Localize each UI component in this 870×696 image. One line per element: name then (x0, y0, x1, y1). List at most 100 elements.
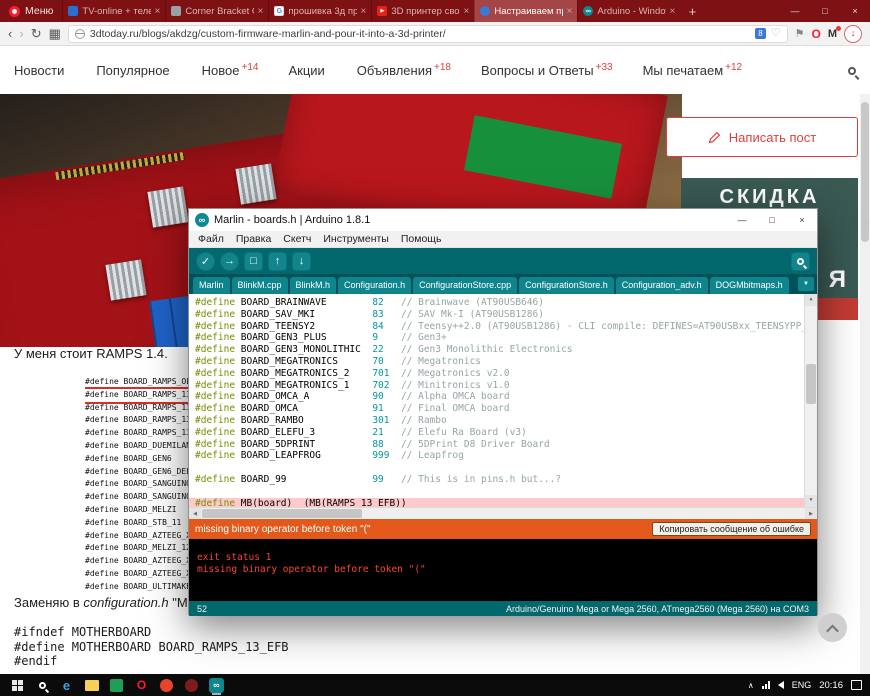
taskbar-app-icon[interactable]: ∞ (204, 674, 229, 696)
file-tab[interactable]: ConfigurationStore.cpp (413, 277, 517, 294)
ide-menu-item[interactable]: Файл (192, 233, 230, 245)
taskbar-app-icon[interactable] (154, 674, 179, 696)
taskbar-app-icon[interactable] (104, 674, 129, 696)
page-scrollbar-thumb[interactable] (861, 102, 869, 242)
tab-close-icon[interactable]: × (155, 6, 161, 17)
page-scrollbar[interactable] (860, 94, 870, 674)
browser-close-button[interactable]: × (840, 0, 870, 22)
clock[interactable]: 20:16 (819, 680, 843, 691)
browser-menu-button[interactable]: Меню (0, 0, 62, 22)
vertical-scroll-thumb[interactable] (806, 364, 816, 404)
tab-favicon (480, 6, 490, 16)
tab-close-icon[interactable]: × (464, 6, 470, 17)
scroll-up-icon[interactable]: ▲ (805, 294, 817, 306)
open-button[interactable]: ↑ (268, 252, 287, 271)
system-tray: ∧ ENG 20:16 (748, 680, 866, 691)
taskbar-app-icon[interactable] (179, 674, 204, 696)
browser-tab[interactable]: TV-online + телепро... × (62, 0, 165, 22)
editor-vertical-scrollbar[interactable]: ▲ ▼ (804, 294, 817, 507)
file-tab[interactable]: ConfigurationStore.h (519, 277, 614, 294)
copy-error-button[interactable]: Копировать сообщение об ошибке (652, 522, 811, 536)
page-code-line: #define BOARD_RAMPS_OLD (85, 376, 189, 389)
scroll-right-icon[interactable]: ▶ (805, 508, 817, 519)
nav-link[interactable]: Новое+14 (202, 62, 259, 78)
network-icon[interactable] (762, 681, 770, 689)
nav-link[interactable]: Мы печатаем+12 (643, 62, 743, 78)
save-button[interactable]: ↓ (292, 252, 311, 271)
browser-tab[interactable]: Настраиваем прош... × (474, 0, 577, 22)
address-bar[interactable]: 3dtoday.ru/blogs/akdzg/custom-firmware-m… (68, 25, 788, 43)
nav-link[interactable]: Акции (288, 62, 326, 78)
forward-button[interactable]: › (19, 27, 23, 40)
new-tab-button[interactable]: + (680, 0, 704, 22)
ide-menu-item[interactable]: Правка (230, 233, 277, 245)
tray-expand-icon[interactable]: ∧ (748, 681, 754, 690)
flag-icon[interactable]: ⚑ (795, 27, 805, 40)
ide-maximize-button[interactable]: □ (757, 209, 787, 231)
file-tab[interactable]: BlinkM.cpp (232, 277, 288, 294)
taskbar-app-icon[interactable]: e (54, 674, 79, 696)
nav-link[interactable]: Новости (14, 62, 66, 78)
speed-dial-icon[interactable]: ▦ (49, 27, 61, 40)
file-tab[interactable]: DOGMbitmaps.h (710, 277, 789, 294)
download-button[interactable]: ↓ (844, 25, 862, 43)
horizontal-scroll-thumb[interactable] (202, 509, 362, 518)
search-icon[interactable] (848, 63, 856, 78)
ide-menu-item[interactable]: Помощь (395, 233, 448, 245)
write-post-button[interactable]: Написать пост (666, 117, 858, 157)
tab-favicon: G (274, 6, 284, 16)
cursor-line-indicator: 52 (197, 604, 207, 614)
tab-overflow-button[interactable]: ▼ (798, 277, 814, 291)
scroll-to-top-button[interactable] (818, 613, 847, 642)
code-editor[interactable]: #define BOARD_BRAINWAVE 82 // Brainwave … (189, 294, 817, 507)
mail-icon[interactable]: M (828, 28, 837, 40)
action-center-icon[interactable] (851, 680, 862, 690)
taskbar-app-icon[interactable] (79, 674, 104, 696)
language-indicator[interactable]: ENG (792, 680, 812, 690)
opera-logo-icon (9, 6, 20, 17)
nav-link-label: Популярное (96, 63, 169, 78)
browser-maximize-button[interactable]: □ (810, 0, 840, 22)
console-line: missing binary operator before token "(" (197, 564, 809, 576)
tab-close-icon[interactable]: × (670, 6, 676, 17)
tab-close-icon[interactable]: × (361, 6, 367, 17)
bookmark-count-badge[interactable]: 8 (755, 28, 765, 39)
nav-badge: +18 (434, 62, 451, 73)
back-button[interactable]: ‹ (8, 27, 12, 40)
file-tab[interactable]: BlinkM.h (290, 277, 337, 294)
scroll-down-icon[interactable]: ▼ (805, 495, 817, 507)
editor-horizontal-scrollbar[interactable]: ◀ ▶ (189, 507, 817, 519)
nav-link[interactable]: Объявления+18 (357, 62, 451, 78)
taskbar-search-button[interactable] (30, 682, 54, 689)
nav-link[interactable]: Популярное (96, 62, 171, 78)
opera-sync-icon[interactable]: O (811, 27, 820, 41)
browser-tab[interactable]: ∞ Arduino - Windows × (577, 0, 680, 22)
browser-tab[interactable]: G прошивка 3д принт... × (268, 0, 371, 22)
file-tab[interactable]: Marlin (193, 277, 230, 294)
favorite-icon[interactable]: ♡ (771, 28, 781, 39)
verify-button[interactable]: ✓ (196, 252, 215, 271)
nav-badge: +12 (725, 62, 742, 73)
start-button[interactable] (4, 674, 30, 696)
page-code-line: #define BOARD_MELZI (85, 504, 189, 517)
file-tab[interactable]: Configuration.h (338, 277, 411, 294)
ide-minimize-button[interactable]: — (727, 209, 757, 231)
reload-button[interactable]: ↻ (31, 27, 42, 40)
upload-button[interactable]: → (220, 252, 239, 271)
ide-menu-item[interactable]: Скетч (277, 233, 317, 245)
serial-monitor-button[interactable] (791, 252, 810, 271)
browser-tab[interactable]: Corner Bracket Glass... × (165, 0, 268, 22)
volume-icon[interactable] (778, 681, 784, 689)
new-sketch-button[interactable]: □ (244, 252, 263, 271)
tab-close-icon[interactable]: × (567, 6, 573, 17)
browser-tab[interactable]: ▶ 3D принтер своими... × (371, 0, 474, 22)
browser-minimize-button[interactable]: — (780, 0, 810, 22)
ide-menu-item[interactable]: Инструменты (317, 233, 394, 245)
ide-title-bar[interactable]: ∞ Marlin - boards.h | Arduino 1.8.1 — □ … (189, 209, 817, 231)
taskbar-app-icon[interactable]: O (129, 674, 154, 696)
file-tab[interactable]: Configuration_adv.h (616, 277, 708, 294)
tab-close-icon[interactable]: × (258, 6, 264, 17)
nav-link[interactable]: Вопросы и Ответы+33 (481, 62, 613, 78)
ide-close-button[interactable]: × (787, 209, 817, 231)
scroll-left-icon[interactable]: ◀ (189, 508, 201, 519)
